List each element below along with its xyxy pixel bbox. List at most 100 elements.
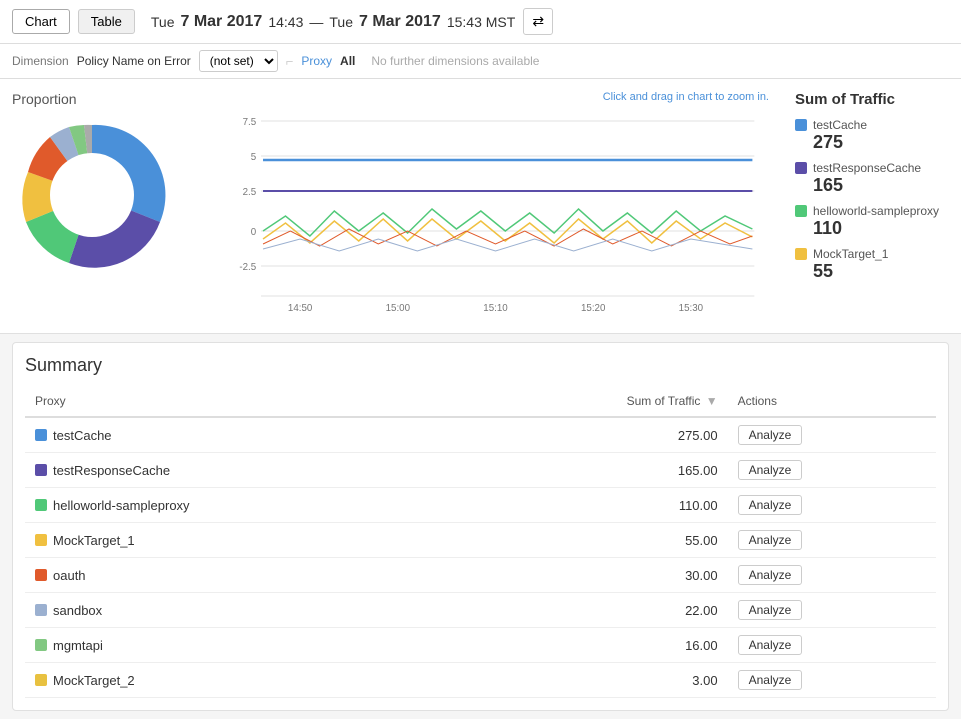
summary-table: Proxy Sum of Traffic ▼ Actions testCache… [25,386,936,698]
legend-color-dot [795,248,807,260]
proxy-link[interactable]: Proxy [301,54,332,68]
donut-chart [12,115,172,275]
not-set-select[interactable]: (not set) [199,50,278,72]
date-range: Tue 7 Mar 2017 14:43 — Tue 7 Mar 2017 15… [151,13,515,31]
proxy-cell: oauth [25,558,454,593]
analyze-button[interactable]: Analyze [738,670,803,690]
zoom-hint[interactable]: Click and drag in chart to zoom in. [603,91,769,103]
svg-text:2.5: 2.5 [243,187,257,198]
legend-item-name: helloworld-sampleproxy [813,204,939,218]
dimension-bar: Dimension Policy Name on Error (not set)… [0,44,961,79]
legend-item-name: testCache [813,118,867,132]
traffic-value: 22.00 [454,593,727,628]
refresh-button[interactable]: ⇄ [523,8,553,35]
row-color-dot [35,464,47,476]
analyze-button[interactable]: Analyze [738,530,803,550]
all-link[interactable]: All [340,54,355,68]
actions-cell: Analyze [728,523,936,558]
summary-title: Summary [25,355,936,376]
legend-item-value: 55 [813,261,949,282]
table-row: oauth 30.00 Analyze [25,558,936,593]
date-end-bold: 7 Mar 2017 [359,13,441,31]
proxy-name: mgmtapi [53,638,103,653]
analyze-button[interactable]: Analyze [738,425,803,445]
actions-cell: Analyze [728,593,936,628]
svg-text:15:30: 15:30 [679,303,704,314]
date-end-prefix: Tue [329,14,353,30]
proxy-name: sandbox [53,603,102,618]
table-row: testCache 275.00 Analyze [25,417,936,453]
svg-text:0: 0 [251,227,257,238]
line-chart-svg: Sum of Traffic 7.5 5 2.5 0 -2.5 14:50 15… [222,101,769,321]
proportion-title: Proportion [12,91,212,107]
row-color-dot [35,429,47,441]
legend-item: testResponseCache 165 [795,161,949,196]
proxy-column-header: Proxy [25,386,454,417]
proxy-name: testCache [53,428,112,443]
table-row: testResponseCache 165.00 Analyze [25,453,936,488]
analyze-button[interactable]: Analyze [738,565,803,585]
legend-item: MockTarget_1 55 [795,247,949,282]
analyze-button[interactable]: Analyze [738,460,803,480]
dimension-label: Dimension [12,54,69,68]
row-color-dot [35,639,47,651]
analyze-button[interactable]: Analyze [738,600,803,620]
traffic-value: 165.00 [454,453,727,488]
proxy-name: testResponseCache [53,463,170,478]
legend-item: helloworld-sampleproxy 110 [795,204,949,239]
traffic-value: 55.00 [454,523,727,558]
table-row: helloworld-sampleproxy 110.00 Analyze [25,488,936,523]
traffic-value: 275.00 [454,417,727,453]
table-header-row: Proxy Sum of Traffic ▼ Actions [25,386,936,417]
table-tab[interactable]: Table [78,9,135,34]
date-start-time: 14:43 [268,14,303,30]
row-color-dot [35,499,47,511]
proxy-cell: sandbox [25,593,454,628]
legend-color-dot [795,162,807,174]
row-color-dot [35,569,47,581]
svg-text:-2.5: -2.5 [239,262,256,273]
proxy-cell: MockTarget_2 [25,663,454,698]
svg-text:15:10: 15:10 [483,303,508,314]
table-row: MockTarget_1 55.00 Analyze [25,523,936,558]
no-dimension-msg: No further dimensions available [371,54,539,68]
actions-cell: Analyze [728,558,936,593]
legend-color-dot [795,119,807,131]
legend-item-name: MockTarget_1 [813,247,888,261]
proxy-name: helloworld-sampleproxy [53,498,190,513]
svg-text:15:20: 15:20 [581,303,606,314]
legend-item-value: 275 [813,132,949,153]
table-row: mgmtapi 16.00 Analyze [25,628,936,663]
legend-panel: Sum of Traffic testCache 275 testRespons… [779,91,949,290]
row-color-dot [35,534,47,546]
line-chart-area: Click and drag in chart to zoom in. Sum … [222,91,769,321]
legend-item: testCache 275 [795,118,949,153]
chart-tab[interactable]: Chart [12,9,70,34]
table-row: MockTarget_2 3.00 Analyze [25,663,936,698]
date-start-bold: 7 Mar 2017 [180,13,262,31]
date-end-time: 15:43 MST [447,14,515,30]
date-start-prefix: Tue [151,14,175,30]
legend-color-dot [795,205,807,217]
proxy-name: MockTarget_1 [53,533,135,548]
actions-cell: Analyze [728,453,936,488]
traffic-value: 3.00 [454,663,727,698]
traffic-column-header: Sum of Traffic ▼ [454,386,727,417]
proxy-name: MockTarget_2 [53,673,135,688]
policy-name-label: Policy Name on Error [77,54,191,68]
actions-cell: Analyze [728,628,936,663]
analyze-button[interactable]: Analyze [738,495,803,515]
traffic-value: 30.00 [454,558,727,593]
dim-separator: ⌐ [286,54,294,69]
actions-column-header: Actions [728,386,936,417]
legend-title: Sum of Traffic [795,91,949,108]
legend-item-name: testResponseCache [813,161,921,175]
actions-cell: Analyze [728,417,936,453]
date-dash: — [309,14,323,30]
proxy-cell: helloworld-sampleproxy [25,488,454,523]
summary-section: Summary Proxy Sum of Traffic ▼ Actions t… [12,342,949,711]
analyze-button[interactable]: Analyze [738,635,803,655]
legend-item-value: 165 [813,175,949,196]
proxy-cell: testCache [25,417,454,453]
svg-text:5: 5 [251,152,257,163]
